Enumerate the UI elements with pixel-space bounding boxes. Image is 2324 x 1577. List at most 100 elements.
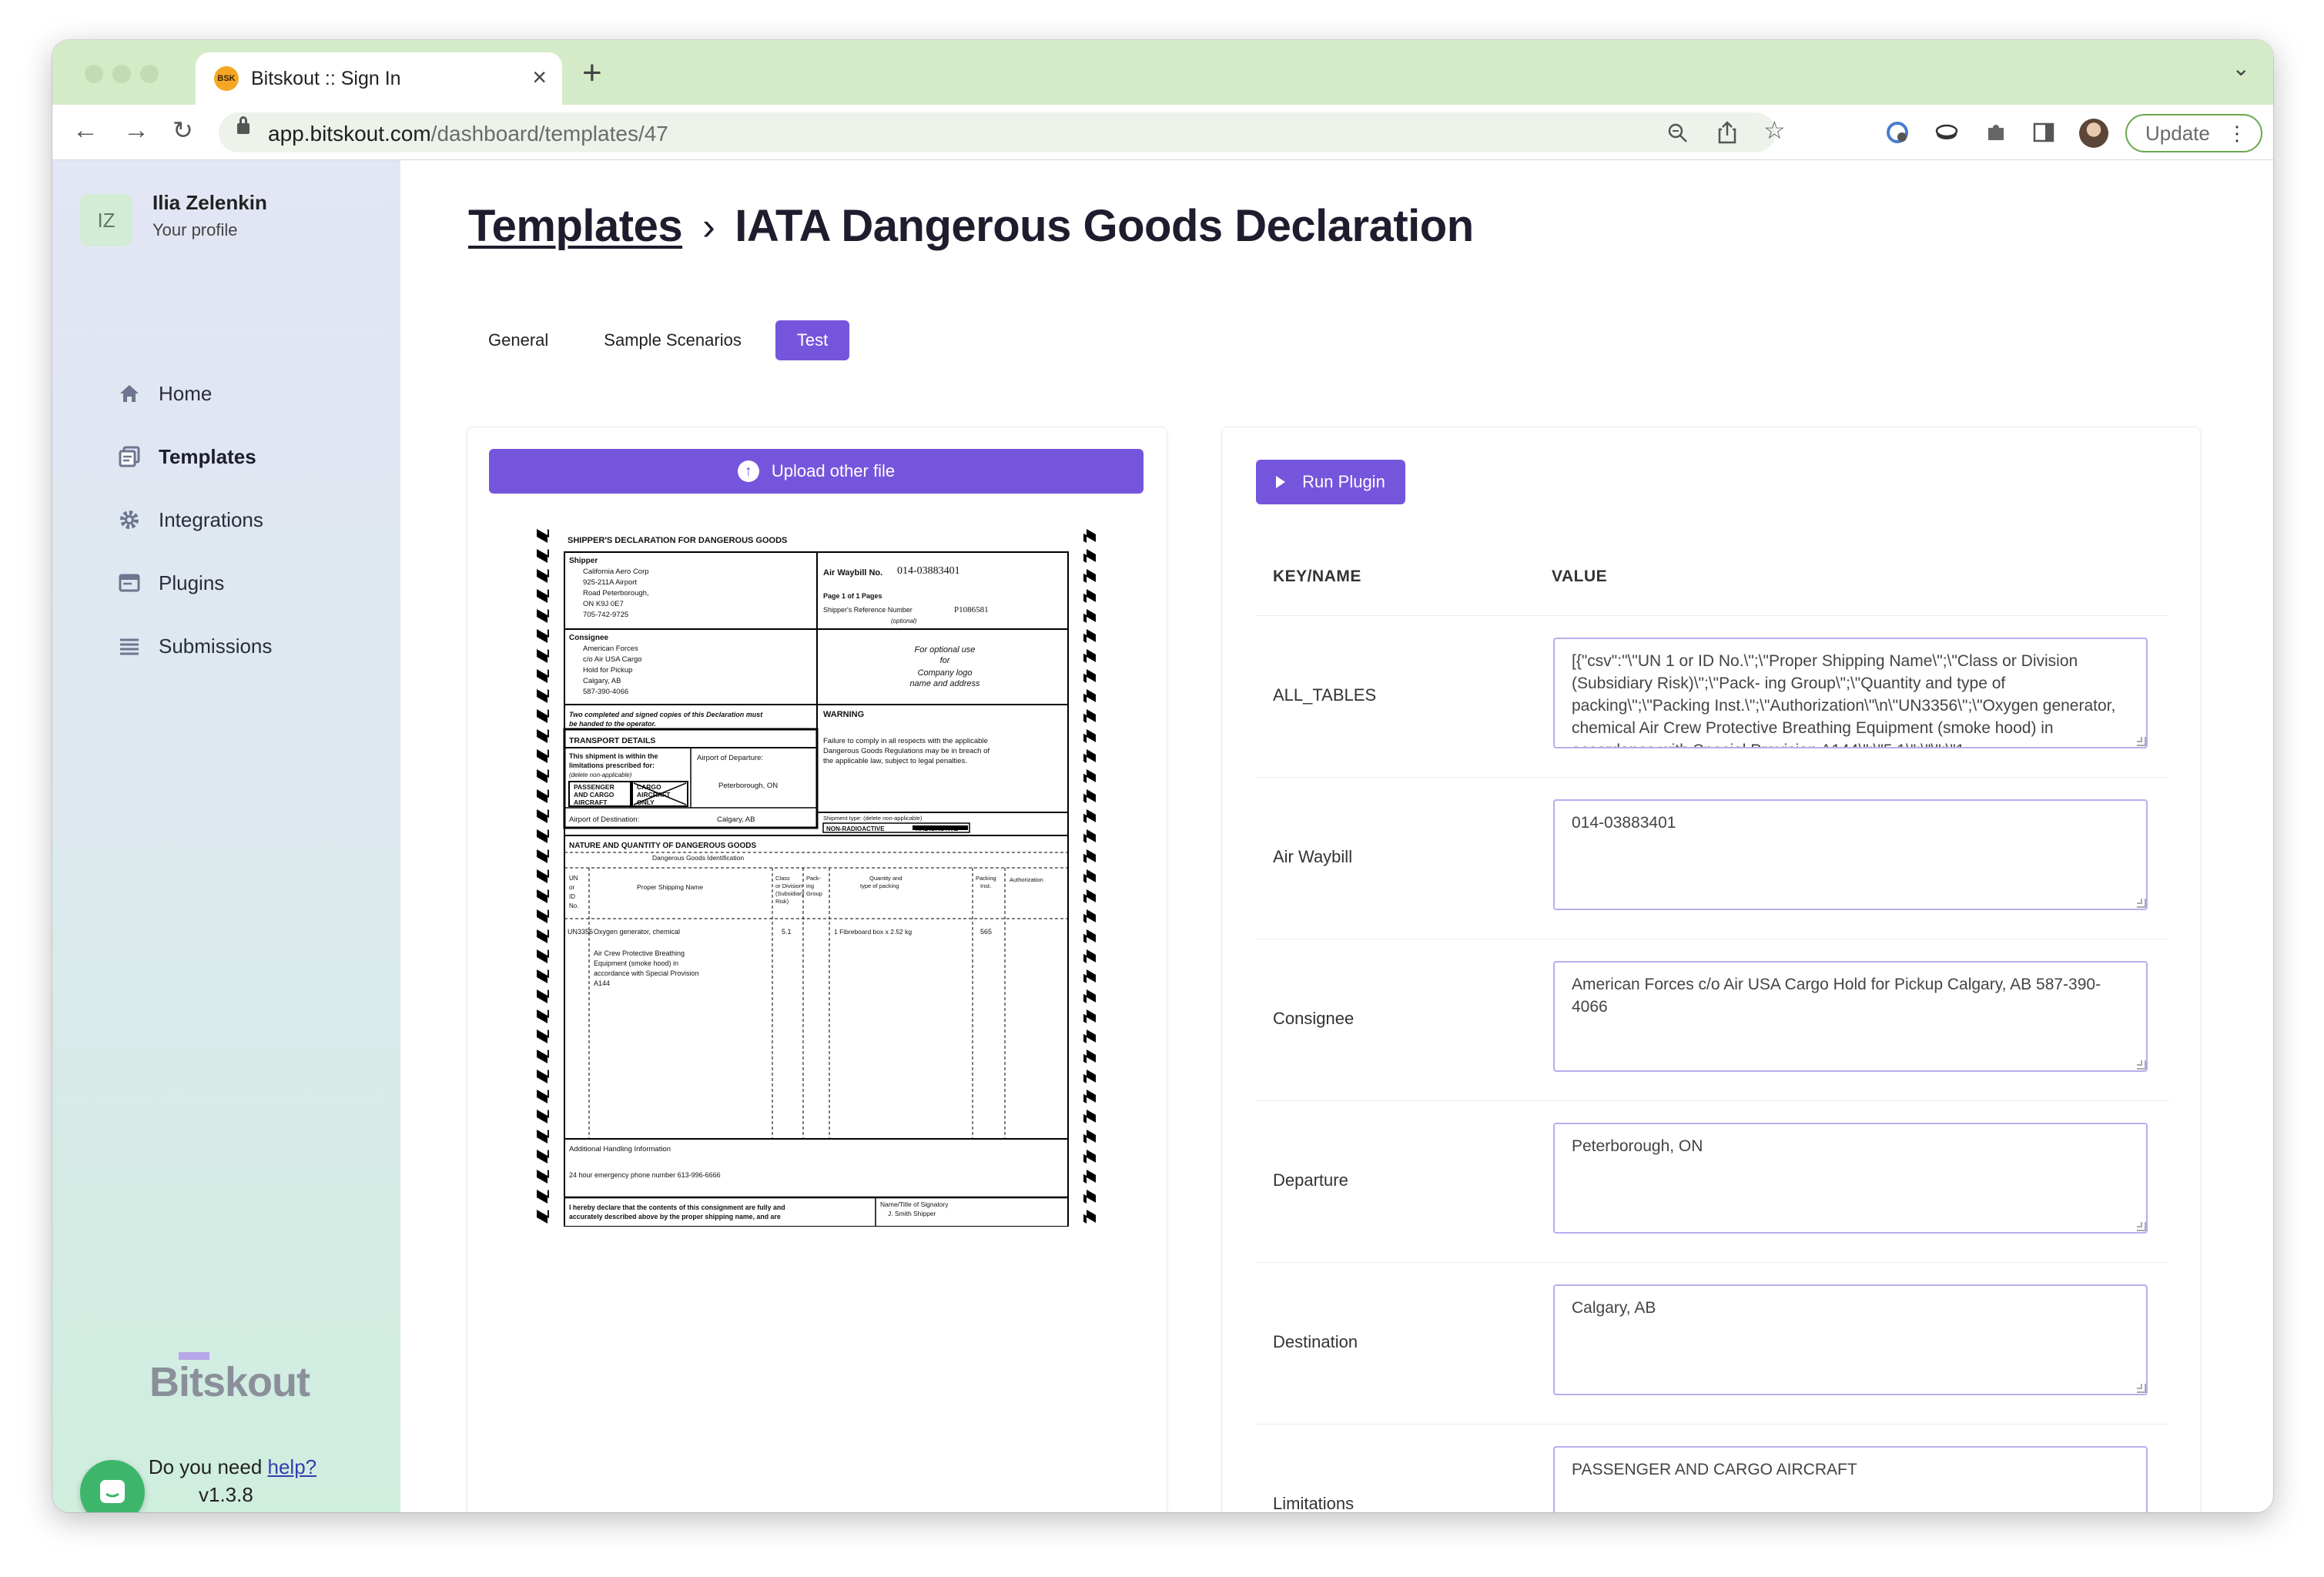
- forward-arrow-icon[interactable]: →: [123, 116, 149, 146]
- window-zoom-dot[interactable]: [140, 65, 159, 83]
- browser-tab[interactable]: BSK Bitskout :: Sign In ×: [196, 52, 562, 105]
- column-header-key: KEY/NAME: [1273, 568, 1361, 585]
- browser-update-button[interactable]: Update ⋮: [2125, 114, 2262, 152]
- run-plugin-button[interactable]: Run Plugin: [1256, 460, 1405, 504]
- doc-item-pi: 565: [980, 928, 992, 936]
- sidebar-item-templates[interactable]: Templates: [117, 437, 256, 476]
- plugin-results-card: Run Plugin KEY/NAME VALUE ALL_TABLES [{"…: [1221, 427, 2201, 1512]
- breadcrumb-chevron-icon: ›: [702, 204, 715, 248]
- doc-shipper-line: ON K9J 0E7: [583, 600, 624, 608]
- sidebar-item-home[interactable]: Home: [117, 374, 212, 413]
- doc-awb-label: Air Waybill No.: [823, 568, 882, 578]
- doc-pax-box: AIRCRAFT: [574, 799, 608, 806]
- doc-shipment-type: Shipment type: (delete non-applicable): [823, 815, 923, 822]
- resize-handle-icon[interactable]: [2137, 899, 2146, 908]
- avatar[interactable]: IZ: [80, 194, 132, 246]
- doc-consignee-line: 587-390-4066: [583, 688, 628, 696]
- document-image: SHIPPER'S DECLARATION FOR DANGEROUS GOOD…: [537, 529, 1096, 1227]
- doc-transport-line: limitations prescribed for:: [569, 762, 655, 769]
- page-tabs: General Sample Scenarios Test: [467, 320, 862, 360]
- doc-item-desc: A144: [594, 979, 610, 987]
- doc-optional-use: For optional use: [915, 645, 976, 655]
- bookmark-star-icon[interactable]: ☆: [1763, 116, 1786, 145]
- resize-handle-icon[interactable]: [2137, 737, 2146, 746]
- sidebar-item-label: Submissions: [159, 634, 273, 658]
- resize-handle-icon[interactable]: [2137, 1222, 2146, 1231]
- sidebar-item-integrations[interactable]: Integrations: [117, 501, 263, 539]
- url-text[interactable]: app.bitskout.com/dashboard/templates/47: [268, 122, 668, 146]
- app-version: v1.3.8: [199, 1483, 253, 1506]
- doc-emergency-phone: 24 hour emergency phone number 613-996-6…: [569, 1171, 721, 1179]
- doc-warning-text: the applicable law, subject to legal pen…: [823, 757, 967, 765]
- tab-close-icon[interactable]: ×: [532, 63, 547, 92]
- doc-destination-label: Airport of Destination:: [569, 815, 639, 824]
- doc-awb-value: 014-03883401: [897, 565, 960, 577]
- doc-col-qty: Quantity and: [869, 875, 902, 882]
- doc-dg-ident: Dangerous Goods Identification: [652, 854, 744, 862]
- back-arrow-icon[interactable]: ←: [72, 116, 99, 146]
- profile-link[interactable]: Your profile: [152, 220, 237, 240]
- doc-col-un: No.: [569, 902, 578, 909]
- field-value-textarea[interactable]: American Forces c/o Air USA Cargo Hold f…: [1553, 961, 2148, 1072]
- breadcrumb-templates-link[interactable]: Templates: [468, 200, 683, 252]
- sidebar-item-label: Home: [159, 381, 213, 405]
- doc-warning-title: WARNING: [823, 710, 864, 719]
- field-value-textarea[interactable]: Calgary, AB: [1553, 1284, 2148, 1395]
- home-icon: [117, 381, 142, 406]
- help-link[interactable]: help?: [268, 1455, 317, 1478]
- doc-two-copies: be handed to the operator.: [569, 720, 656, 728]
- logo-accent-bar: [179, 1352, 209, 1360]
- doc-declare-text: I hereby declare that the contents of th…: [569, 1204, 785, 1211]
- tab-sample-scenarios[interactable]: Sample Scenarios: [582, 320, 763, 360]
- extension-google-icon[interactable]: [1885, 120, 1910, 145]
- doc-departure-value: Peterborough, ON: [718, 782, 778, 790]
- side-panel-icon[interactable]: [2031, 120, 2056, 145]
- resize-handle-icon[interactable]: [2137, 1384, 2146, 1393]
- list-icon: [117, 634, 142, 658]
- tab-test[interactable]: Test: [775, 320, 850, 360]
- doc-col-psn: Proper Shipping Name: [637, 883, 703, 891]
- doc-handling-title: Additional Handling Information: [569, 1145, 671, 1153]
- window-close-dot[interactable]: [85, 65, 103, 83]
- doc-col-pi: Packing: [976, 875, 996, 882]
- field-value-textarea[interactable]: PASSENGER AND CARGO AIRCRAFT: [1553, 1446, 2148, 1512]
- extensions-puzzle-icon[interactable]: [1984, 120, 2008, 145]
- doc-optional-use: name and address: [909, 679, 980, 688]
- upload-other-file-button[interactable]: ↑ Upload other file: [489, 449, 1144, 494]
- zoom-icon[interactable]: [1666, 122, 1689, 145]
- doc-shipper-line: 705-742-9725: [583, 611, 628, 619]
- address-bar[interactable]: app.bitskout.com/dashboard/templates/47 …: [219, 112, 1786, 152]
- doc-shipper-label: Shipper: [569, 557, 598, 565]
- extension-disc-icon[interactable]: [1934, 120, 1959, 145]
- share-icon[interactable]: [1716, 120, 1739, 145]
- doc-optional-use: for: [940, 656, 951, 665]
- doc-item-class: 5.1: [782, 928, 792, 936]
- sidebar-item-plugins[interactable]: Plugins: [117, 564, 224, 602]
- field-value-textarea[interactable]: Peterborough, ON: [1553, 1123, 2148, 1234]
- doc-two-copies: Two completed and signed copies of this …: [569, 711, 763, 718]
- chat-icon: [100, 1480, 125, 1503]
- profile-name[interactable]: Ilia Zelenkin: [152, 191, 267, 215]
- tab-search-chevron-icon[interactable]: ⌄: [2232, 55, 2250, 81]
- new-tab-button[interactable]: +: [582, 54, 602, 92]
- doc-shipper-line: California Aero Corp: [583, 568, 649, 576]
- doc-heading: SHIPPER'S DECLARATION FOR DANGEROUS GOOD…: [568, 536, 787, 545]
- doc-page-line: Page 1 of 1 Pages: [823, 592, 882, 600]
- chat-launcher-button[interactable]: [80, 1460, 145, 1512]
- sidebar-item-submissions[interactable]: Submissions: [117, 627, 272, 665]
- breadcrumb: Templates › IATA Dangerous Goods Declara…: [468, 200, 1474, 252]
- field-value-textarea[interactable]: 014-03883401: [1553, 799, 2148, 910]
- plugin-icon: [117, 571, 142, 595]
- tab-general[interactable]: General: [467, 320, 570, 360]
- field-value-textarea[interactable]: [{"csv":"\"UN 1 or ID No.\";\"Proper Shi…: [1553, 638, 2148, 748]
- field-key: Limitations: [1273, 1494, 1355, 1512]
- reload-icon[interactable]: ↻: [172, 116, 193, 145]
- doc-warning-text: Dangerous Goods Regulations may be in br…: [823, 747, 990, 755]
- browser-profile-avatar[interactable]: [2079, 119, 2108, 148]
- window-minimize-dot[interactable]: [112, 65, 131, 83]
- resize-handle-icon[interactable]: [2137, 1060, 2146, 1070]
- doc-pax-box: AND CARGO: [574, 791, 614, 799]
- browser-tab-strip: BSK Bitskout :: Sign In × + ⌄: [52, 40, 2273, 105]
- favicon-icon: BSK: [214, 66, 239, 91]
- doc-col-class: Class: [775, 875, 790, 882]
